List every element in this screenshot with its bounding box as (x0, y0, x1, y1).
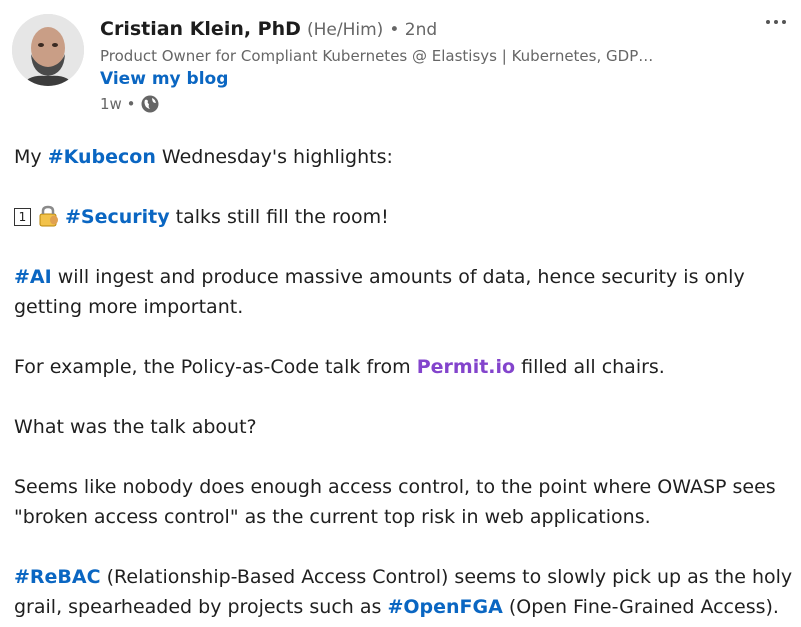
mention-permit-io[interactable]: Permit.io (417, 356, 515, 378)
hashtag-kubecon[interactable]: #Kubecon (48, 146, 156, 168)
post-paragraph: For example, the Policy-as-Code talk fro… (14, 352, 794, 382)
more-options-button[interactable] (761, 10, 791, 34)
author-headline: Product Owner for Compliant Kubernetes @… (100, 47, 654, 65)
post-header: Cristian Klein, PhD (He/Him) • 2nd Produ… (100, 14, 761, 117)
post-text: filled all chairs. (515, 356, 665, 378)
lock-icon (39, 205, 58, 227)
hashtag-ai[interactable]: #AI (14, 266, 52, 288)
post-paragraph: 1 #Security talks still fill the room! (14, 202, 794, 232)
keycap-number: 1 (14, 208, 31, 226)
hashtag-security[interactable]: #Security (65, 206, 170, 228)
post-text: (Open Fine-Grained Access). (502, 596, 779, 618)
hashtag-openfga[interactable]: #OpenFGA (387, 596, 502, 618)
post-body: My #Kubecon Wednesday's highlights: 1 #S… (14, 142, 794, 622)
post-meta: 1w • (100, 91, 761, 117)
post-text: Wednesday's highlights: (155, 146, 393, 168)
connection-degree: • 2nd (389, 20, 438, 40)
post-text: talks still fill the room! (169, 206, 389, 228)
author-pronouns: (He/Him) (306, 20, 384, 40)
post-paragraph: #AI will ingest and produce massive amou… (14, 262, 794, 322)
avatar[interactable] (12, 14, 84, 86)
dot-icon (774, 20, 778, 24)
post-time: 1w • (100, 95, 136, 113)
post-paragraph: My #Kubecon Wednesday's highlights: (14, 142, 794, 172)
post-text: My (14, 146, 48, 168)
dot-icon (766, 20, 770, 24)
hashtag-rebac[interactable]: #ReBAC (14, 566, 101, 588)
author-name[interactable]: Cristian Klein, PhD (100, 18, 301, 40)
post-paragraph: What was the talk about? (14, 416, 257, 438)
post-text: For example, the Policy-as-Code talk fro… (14, 356, 417, 378)
view-blog-link[interactable]: View my blog (100, 67, 228, 91)
dot-icon (782, 20, 786, 24)
post-paragraph: #ReBAC (Relationship-Based Access Contro… (14, 562, 794, 622)
author-line: Cristian Klein, PhD (He/Him) • 2nd (100, 14, 761, 45)
avatar-photo (12, 14, 84, 86)
post-text: will ingest and produce massive amounts … (14, 266, 745, 318)
post-paragraph: Seems like nobody does enough access con… (14, 476, 776, 528)
globe-icon (141, 95, 159, 113)
